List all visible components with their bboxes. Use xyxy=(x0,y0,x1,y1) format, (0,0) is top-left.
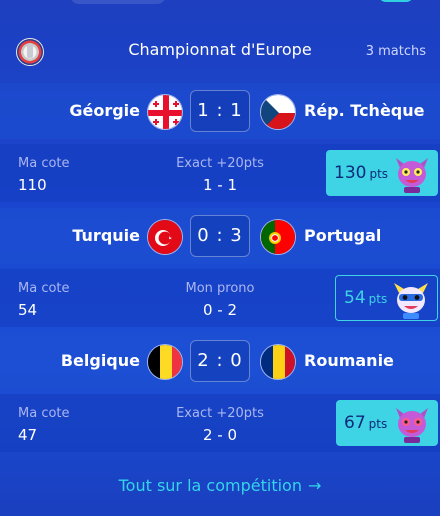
home-team: Belgique xyxy=(60,351,140,370)
competition-link-label: Tout sur la compétition xyxy=(118,476,302,495)
prediction-value: 0 - 2 xyxy=(202,301,238,319)
points-value: 130 xyxy=(334,163,367,183)
georgia-flag-icon xyxy=(147,94,183,130)
match-row[interactable]: Turquie 0 : 3 Portugal xyxy=(0,208,440,264)
prediction-row: Ma cote 110 Exact +20pts 1 - 1 130 pts xyxy=(0,144,440,202)
match-score: 1 : 1 xyxy=(190,90,250,132)
match-score: 0 : 3 xyxy=(190,215,250,257)
match-score: 2 : 0 xyxy=(190,340,250,382)
match-count: 3 matchs xyxy=(365,44,426,59)
odds-label: Ma cote xyxy=(18,281,70,296)
search-bar-edge[interactable] xyxy=(70,0,166,4)
away-team: Roumanie xyxy=(304,351,394,370)
points-unit: pts xyxy=(368,417,388,431)
prediction-label: Exact +20pts xyxy=(176,406,264,421)
mascot-icon xyxy=(396,158,428,193)
arrow-right-icon: → xyxy=(307,476,322,495)
match-row[interactable]: Belgique 2 : 0 Roumanie xyxy=(0,333,440,389)
top-action-edge[interactable] xyxy=(378,0,414,2)
competition-link[interactable]: Tout sur la compétition → xyxy=(0,476,440,495)
odds-value: 110 xyxy=(18,176,47,194)
points-value: 67 xyxy=(344,413,366,433)
away-team: Rép. Tchèque xyxy=(304,101,425,120)
points-badge[interactable]: 54 pts xyxy=(335,275,438,321)
portugal-flag-icon xyxy=(260,219,296,255)
competition-header[interactable]: Championnat d'Europe 3 matchs xyxy=(0,28,440,74)
points-badge[interactable]: 130 pts xyxy=(326,150,438,196)
czech-flag-icon xyxy=(260,94,296,130)
points-unit: pts xyxy=(368,292,388,306)
odds-value: 47 xyxy=(18,426,38,444)
points-badge[interactable]: 67 pts xyxy=(336,400,438,446)
prediction-label: Mon prono xyxy=(185,281,255,296)
odds-label: Ma cote xyxy=(18,156,70,171)
points-unit: pts xyxy=(369,167,389,181)
home-team: Géorgie xyxy=(69,101,140,120)
prediction-label: Exact +20pts xyxy=(176,156,264,171)
away-team: Portugal xyxy=(304,226,382,245)
points-value: 54 xyxy=(344,288,366,308)
mascot-icon xyxy=(394,283,428,319)
prediction-row: Ma cote 47 Exact +20pts 2 - 0 67 pts xyxy=(0,394,440,452)
home-team: Turquie xyxy=(72,226,140,245)
mascot-icon xyxy=(396,408,428,443)
turkey-flag-icon xyxy=(147,219,183,255)
prediction-value: 2 - 0 xyxy=(202,426,238,444)
romania-flag-icon xyxy=(260,344,296,380)
odds-label: Ma cote xyxy=(18,406,70,421)
match-row[interactable]: Géorgie 1 : 1 Rép. Tchèque xyxy=(0,83,440,139)
prediction-value: 1 - 1 xyxy=(202,176,238,194)
odds-value: 54 xyxy=(18,301,38,319)
prediction-row: Ma cote 54 Mon prono 0 - 2 54 pts xyxy=(0,269,440,327)
belgium-flag-icon xyxy=(147,344,183,380)
